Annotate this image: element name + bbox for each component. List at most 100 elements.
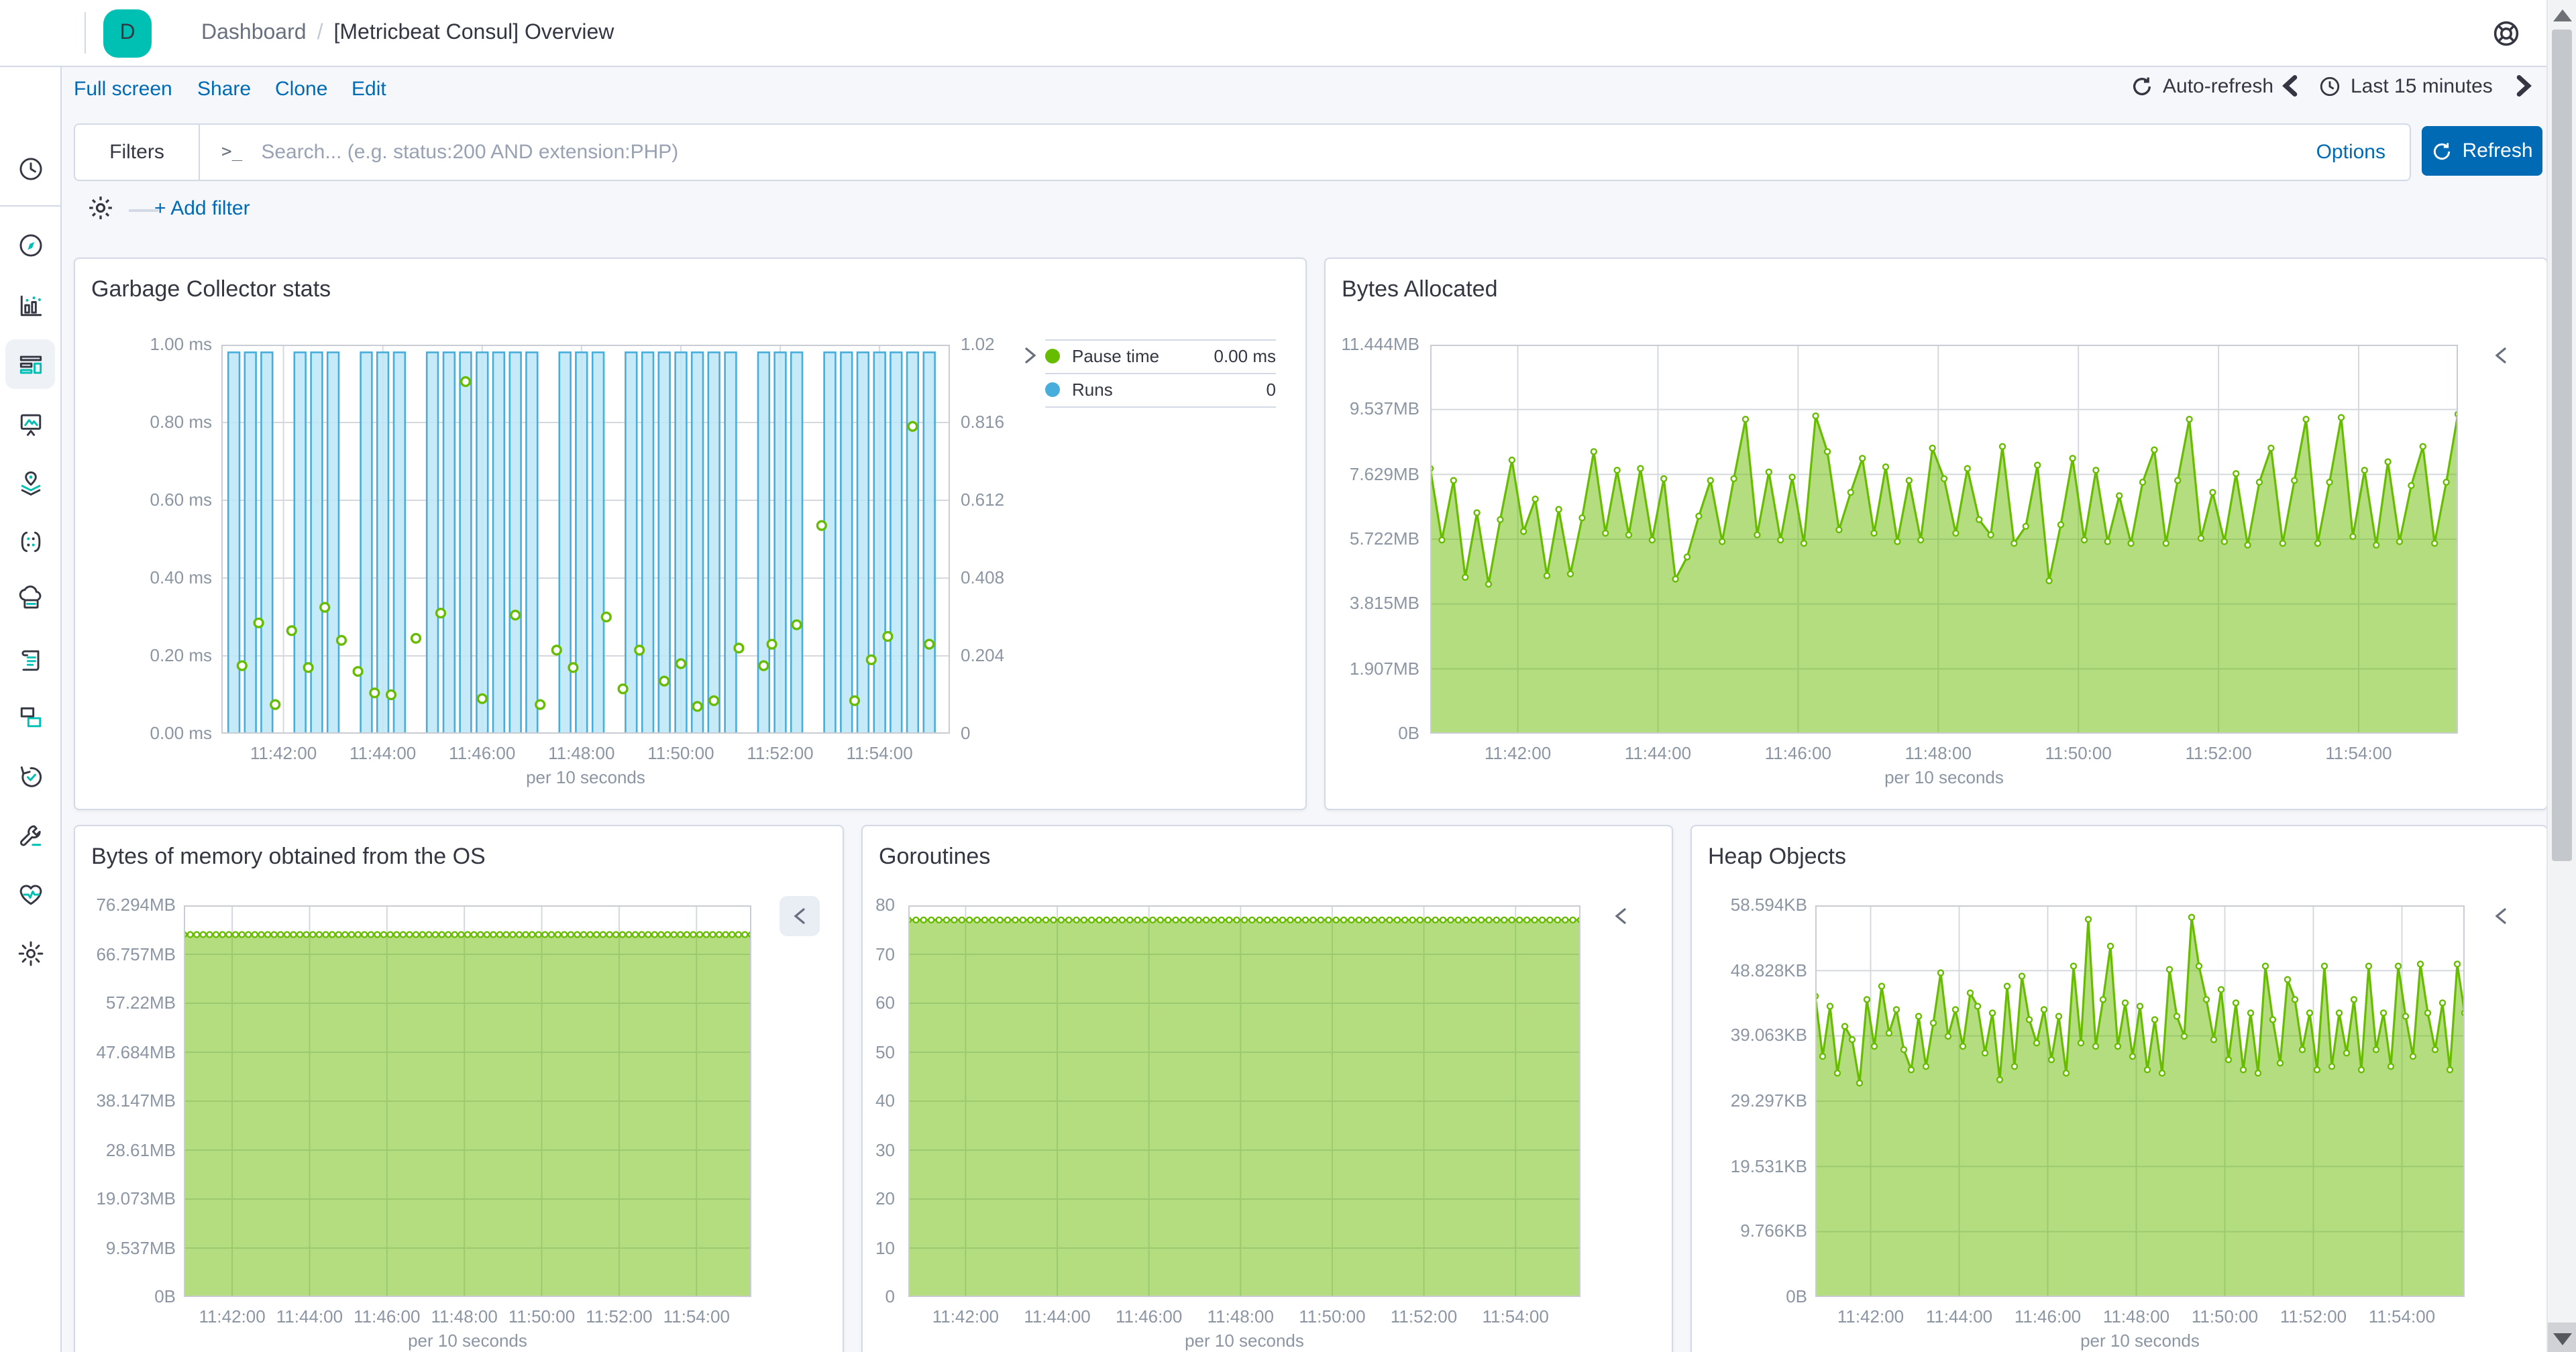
sidebar-item-infrastructure[interactable]	[5, 574, 55, 624]
sidebar-item-machine-learning[interactable]	[5, 516, 55, 566]
breadcrumb: Dashboard / [Metricbeat Consul] Overview	[201, 0, 614, 66]
y-axis-label: 58.594KB	[1730, 895, 1807, 915]
y-axis-label: 0.00 ms	[150, 723, 213, 743]
y-axis-label: 11.444MB	[1341, 334, 1419, 354]
legend-toggle-goroutines[interactable]	[1610, 905, 1631, 927]
chevron-left-icon	[2282, 75, 2298, 97]
sidebar-divider	[0, 205, 60, 207]
time-back-button[interactable]	[2281, 75, 2300, 97]
y-axis-label: 0.40 ms	[150, 567, 213, 587]
x-axis-label: 11:54:00	[663, 1306, 730, 1327]
legend-divider	[1045, 339, 1276, 341]
maps-icon	[20, 470, 40, 495]
legend-toggle-gc[interactable]	[1020, 345, 1041, 366]
toolbar-link-clone[interactable]: Clone	[275, 78, 327, 101]
y-axis-label: 30	[875, 1139, 895, 1160]
sidebar-item-logs[interactable]	[5, 634, 55, 684]
sidebar-item-discover[interactable]	[5, 220, 55, 270]
chart-title-heap: Heap Objects	[1708, 844, 1846, 869]
vertical-scrollbar	[2546, 0, 2576, 1352]
dev-tools-icon	[19, 824, 41, 846]
chart-plot-heap	[1815, 905, 2465, 1297]
legend-divider	[1045, 373, 1276, 374]
legend-dot	[1045, 382, 1060, 397]
x-axis-label: 11:44:00	[1624, 743, 1692, 763]
y-axis-label: 9.537MB	[105, 1237, 176, 1257]
y-axis-label: 66.757MB	[96, 944, 176, 964]
y-axis-label: 47.684MB	[96, 1041, 176, 1062]
sidebar-item-dev-tools[interactable]	[5, 810, 55, 860]
sidebar-item-stack-monitoring[interactable]	[5, 869, 55, 919]
y-axis-label: 38.147MB	[96, 1090, 176, 1111]
y-axis-label: 9.766KB	[1740, 1221, 1807, 1241]
legend-item-pause-time[interactable]: Pause time 0.00 ms	[1045, 345, 1276, 368]
clock-icon	[2320, 76, 2340, 97]
auto-refresh-button[interactable]: Auto-refresh	[2131, 75, 2273, 98]
sidebar-item-canvas[interactable]	[5, 398, 55, 448]
y-axis-label: 80	[875, 895, 895, 915]
breadcrumb-dashboard[interactable]: Dashboard	[201, 21, 307, 45]
scrollbar-thumb[interactable]	[2552, 30, 2572, 861]
breadcrumb-separator: /	[317, 21, 323, 44]
chevron-right-icon	[2516, 75, 2532, 97]
legend-label: Pause time	[1072, 346, 1160, 366]
canvas-icon	[19, 413, 41, 435]
left-nav-sidebar	[0, 66, 62, 1352]
y-axis-label: 28.61MB	[105, 1139, 176, 1160]
toolbar-link-full-screen[interactable]: Full screen	[74, 78, 172, 101]
refresh-icon	[2133, 77, 2151, 95]
y-axis-label: 40	[875, 1090, 895, 1111]
legend-divider	[1045, 406, 1276, 408]
legend-toggle-alloc[interactable]	[2490, 345, 2512, 366]
toolbar-link-edit[interactable]: Edit	[352, 78, 386, 101]
y-axis-label: 1.907MB	[1349, 658, 1419, 679]
sidebar-item-uptime[interactable]	[5, 751, 55, 801]
uptime-icon	[19, 765, 42, 787]
y-axis-label: 50	[875, 1041, 895, 1062]
x-axis-title: per 10 seconds	[2080, 1331, 2200, 1351]
header-divider	[85, 12, 86, 54]
legend-item-runs[interactable]: Runs 0	[1045, 378, 1276, 401]
filters-button[interactable]: Filters	[75, 125, 200, 180]
sidebar-item-dashboard[interactable]	[5, 339, 55, 389]
legend-toggle-heap[interactable]	[2490, 905, 2512, 927]
scrollbar-down-button[interactable]	[2548, 1322, 2576, 1352]
space-switcher-badge[interactable]: D	[103, 9, 152, 58]
y-axis-label: 0B	[154, 1286, 176, 1306]
options-button[interactable]: Options	[2316, 141, 2385, 164]
sidebar-item-management[interactable]	[5, 928, 55, 978]
scrollbar-up-arrow[interactable]	[2553, 9, 2572, 21]
y-axis-label: 57.22MB	[105, 993, 176, 1013]
y-axis-label: 1.00 ms	[150, 334, 213, 354]
y-axis-label: 0.20 ms	[150, 645, 213, 665]
search-input[interactable]	[258, 139, 2316, 165]
help-icon[interactable]	[2490, 17, 2522, 50]
x-axis-title: per 10 seconds	[526, 767, 645, 787]
chart-plot-goroutines	[908, 905, 1580, 1297]
recently-viewed-icon	[19, 157, 42, 180]
sidebar-item-recently-viewed[interactable]	[5, 144, 55, 193]
management-icon	[17, 940, 43, 966]
refresh-button[interactable]: Refresh	[2422, 126, 2542, 176]
y-axis-label: 48.828KB	[1730, 960, 1807, 980]
x-axis-label: 11:54:00	[2325, 743, 2392, 763]
sidebar-item-visualize[interactable]	[5, 280, 55, 330]
chart-title-gc: Garbage Collector stats	[91, 276, 331, 302]
x-axis-label: 11:48:00	[1904, 743, 1972, 763]
sidebar-item-apm[interactable]	[5, 692, 55, 742]
y-axis-label: 60	[875, 993, 895, 1013]
filter-settings-gear-icon[interactable]	[86, 193, 118, 225]
y-axis-label: 0.80 ms	[150, 412, 213, 432]
x-axis-label: 11:46:00	[1764, 743, 1831, 763]
sidebar-item-maps[interactable]	[5, 457, 55, 507]
dashboard-icon	[19, 355, 42, 374]
x-axis-label: 11:48:00	[548, 743, 615, 763]
time-forward-button[interactable]	[2514, 75, 2533, 97]
x-axis-label: 11:52:00	[747, 743, 814, 763]
add-filter-button[interactable]: + Add filter	[154, 197, 250, 220]
time-range-picker[interactable]: Last 15 minutes	[2318, 75, 2493, 98]
toolbar-link-share[interactable]: Share	[197, 78, 251, 101]
y-axis-right-label: 0	[961, 723, 971, 743]
y-axis-label: 20	[875, 1188, 895, 1208]
discover-icon	[19, 233, 42, 256]
